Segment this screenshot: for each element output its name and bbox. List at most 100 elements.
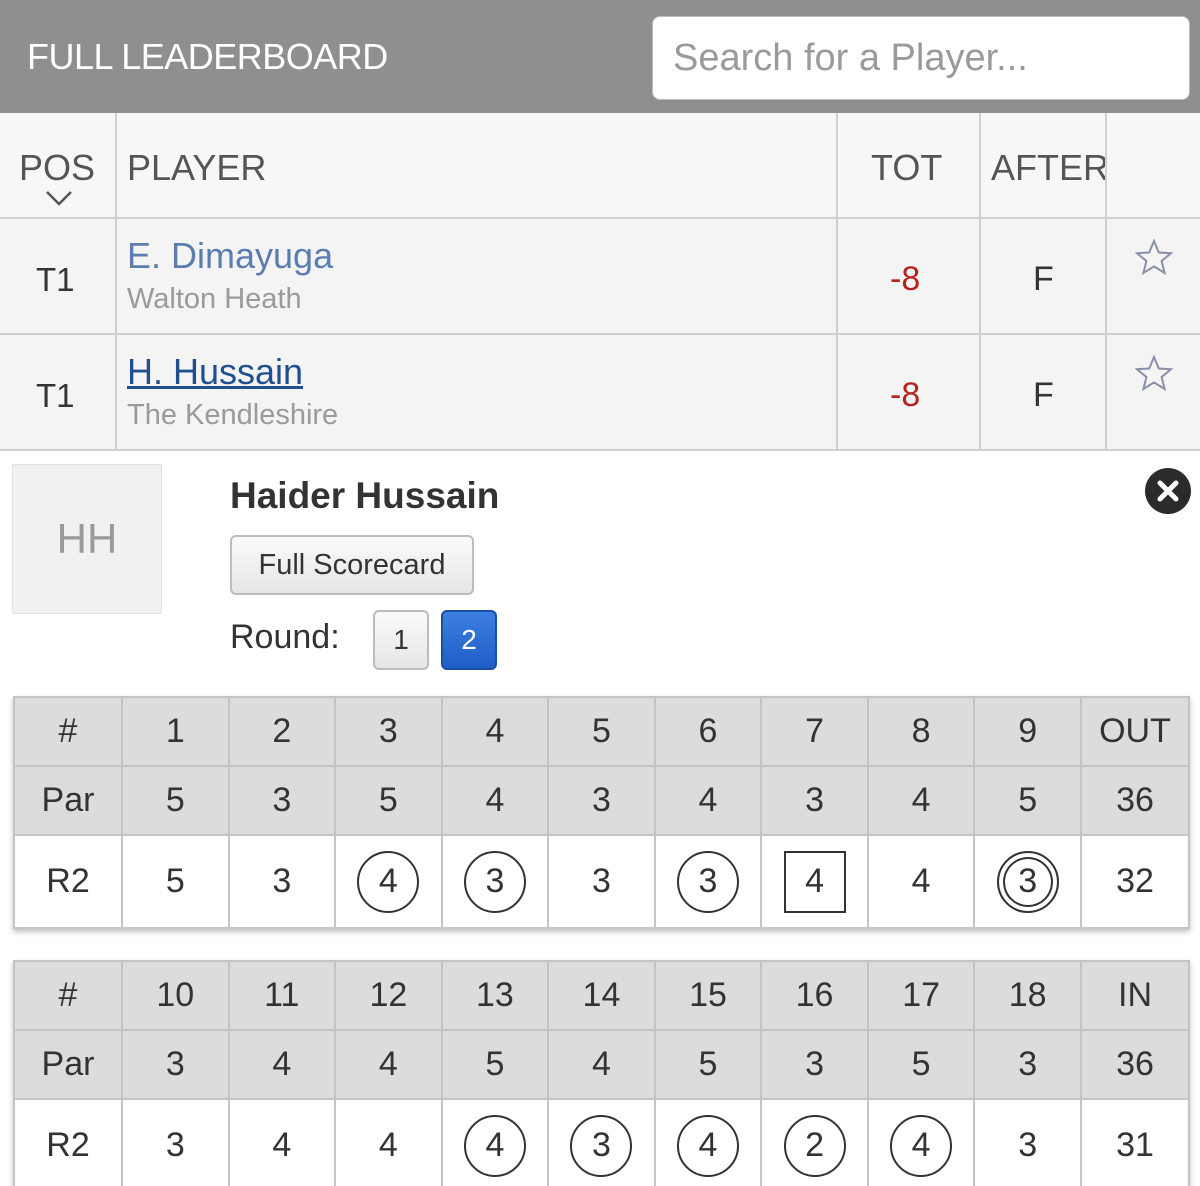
- score-cell: 4: [334, 834, 443, 929]
- score-cell: 4: [866, 834, 976, 929]
- hole-number-cell: OUT: [1080, 696, 1190, 767]
- pos-column-header[interactable]: POS: [0, 113, 117, 217]
- score-cell: 32: [1080, 834, 1190, 929]
- hole-number-cell: 9: [973, 696, 1082, 767]
- par-cell: 36: [1080, 1029, 1190, 1100]
- par-cell: 4: [440, 765, 550, 836]
- round-label: Round:: [230, 618, 340, 656]
- birdie-marker: 4: [357, 850, 420, 913]
- player-column-header[interactable]: PLAYER: [117, 113, 838, 217]
- player-club: The Kendleshire: [127, 399, 339, 431]
- par-row: Par 3 4 4 5 4 5 3 5 3 36: [13, 1029, 1190, 1100]
- birdie-marker: 4: [463, 1114, 526, 1177]
- star-icon[interactable]: [1135, 355, 1173, 391]
- score-cell: 3: [440, 834, 550, 929]
- after-value: F: [1033, 260, 1054, 298]
- hole-number-cell: 6: [653, 696, 763, 767]
- par-cell: 3: [227, 765, 337, 836]
- par-cell: Par: [13, 1029, 123, 1100]
- score-cell: 3: [653, 834, 763, 929]
- after-column-header[interactable]: AFTER: [981, 113, 1107, 217]
- star-icon[interactable]: [1135, 239, 1173, 275]
- par-cell: 3: [760, 1029, 869, 1100]
- player-cell: E. Dimayuga Walton Heath: [117, 219, 838, 333]
- hole-number-cell: #: [13, 960, 123, 1031]
- birdie-marker: 2: [783, 1114, 846, 1177]
- player-header-label: PLAYER: [127, 147, 267, 188]
- birdie-marker: 3: [570, 1114, 633, 1177]
- pos-cell: T1: [0, 219, 117, 333]
- birdie-marker: 3: [463, 850, 526, 913]
- score-cell: 2: [760, 1098, 869, 1186]
- hole-number-cell: 18: [973, 960, 1082, 1031]
- leaderboard-row[interactable]: T1 E. Dimayuga Walton Heath -8 F: [0, 219, 1200, 335]
- hole-number-cell: 2: [227, 696, 337, 767]
- player-name-link[interactable]: E. Dimayuga: [127, 235, 333, 277]
- player-search-input[interactable]: [652, 16, 1190, 100]
- par-cell: 4: [334, 1029, 443, 1100]
- close-button[interactable]: [1145, 468, 1191, 514]
- hole-number-cell: 11: [227, 960, 337, 1031]
- player-full-name: Haider Hussain: [230, 475, 500, 516]
- score-cell: 4: [227, 1098, 337, 1186]
- par-cell: 5: [973, 765, 1082, 836]
- pos-header-label: POS: [19, 147, 96, 188]
- hole-number-cell: 16: [760, 960, 869, 1031]
- round-score-row: R2 5 3 4 3 3 3 4 4 3 32: [13, 834, 1190, 929]
- par-cell: 5: [866, 1029, 976, 1100]
- after-cell: F: [981, 219, 1107, 333]
- favorite-cell: [1107, 335, 1200, 449]
- after-cell: F: [981, 335, 1107, 449]
- round-score-row: R2 3 4 4 4 3 4 2 4 3 31: [13, 1098, 1190, 1186]
- hole-number-cell: 17: [866, 960, 976, 1031]
- par-cell: 4: [653, 765, 763, 836]
- hole-number-cell: 15: [653, 960, 763, 1031]
- leaderboard-table: POS PLAYER TOT AFTER T1 E. Dimayuga Walt…: [0, 113, 1200, 451]
- position-value: T1: [36, 377, 75, 414]
- score-cell: 3: [547, 1098, 656, 1186]
- player-club: Walton Heath: [127, 283, 302, 315]
- hole-number-cell: 1: [121, 696, 230, 767]
- page-title: FULL LEADERBOARD: [27, 36, 388, 77]
- tot-column-header[interactable]: TOT: [838, 113, 981, 217]
- full-scorecard-button[interactable]: Full Scorecard: [230, 535, 474, 595]
- score-cell: 3: [121, 1098, 230, 1186]
- player-detail-panel: HH Haider Hussain Full Scorecard Round: …: [0, 451, 1200, 1186]
- par-cell: 5: [121, 765, 230, 836]
- avatar: HH: [12, 464, 162, 614]
- score-cell: 4: [334, 1098, 443, 1186]
- total-score: -8: [890, 260, 921, 298]
- par-cell: 4: [547, 1029, 656, 1100]
- score-cell: 3: [973, 834, 1082, 929]
- close-icon: [1157, 480, 1179, 502]
- par-cell: 3: [547, 765, 656, 836]
- after-header-label: AFTER: [991, 147, 1107, 188]
- hole-number-cell: 13: [440, 960, 550, 1031]
- favorite-column-header: [1107, 113, 1200, 217]
- par-cell: 3: [760, 765, 869, 836]
- leaderboard-header-row: POS PLAYER TOT AFTER: [0, 113, 1200, 219]
- hole-number-cell: 4: [440, 696, 550, 767]
- hole-number-cell: 8: [866, 696, 976, 767]
- score-cell: 5: [121, 834, 230, 929]
- player-cell: H. Hussain The Kendleshire: [117, 335, 838, 449]
- par-cell: 36: [1080, 765, 1190, 836]
- round-1-button[interactable]: 1: [373, 610, 429, 670]
- score-cell: R2: [13, 1098, 123, 1186]
- hole-number-cell: IN: [1080, 960, 1190, 1031]
- hole-number-cell: 7: [760, 696, 869, 767]
- par-cell: 5: [440, 1029, 550, 1100]
- par-cell: 3: [973, 1029, 1082, 1100]
- hole-number-cell: 10: [121, 960, 230, 1031]
- birdie-marker: 4: [890, 1114, 953, 1177]
- round-2-button[interactable]: 2: [441, 610, 497, 670]
- front-nine-scorecard: #1 2 3 4 5 6 7 8 9 OUT Par 5 3 5 4 3 4 3 4 5 36 R2 5 3 4 3 3 3 4 4 3…: [13, 696, 1190, 929]
- birdie-marker: 4: [677, 1114, 739, 1177]
- tot-cell: -8: [838, 335, 981, 449]
- position-value: T1: [36, 261, 75, 298]
- player-name-link[interactable]: H. Hussain: [127, 351, 303, 393]
- par-cell: 3: [121, 1029, 230, 1100]
- hole-number-row: #10 11 12 13 14 15 16 17 18 IN: [13, 960, 1190, 1031]
- bogey-marker: 4: [783, 850, 846, 913]
- leaderboard-row[interactable]: T1 H. Hussain The Kendleshire -8 F: [0, 335, 1200, 451]
